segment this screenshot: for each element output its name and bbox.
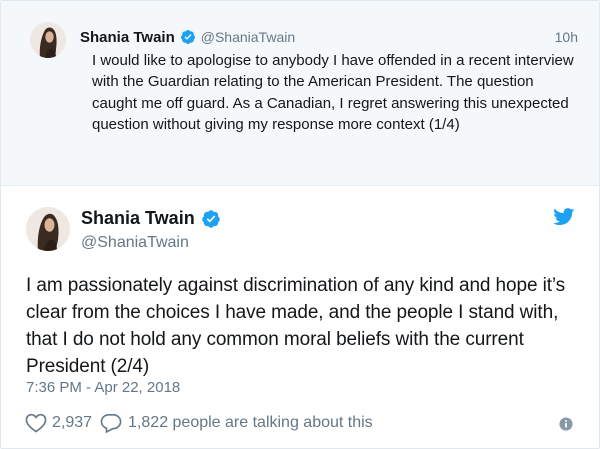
reply-conversation-link[interactable]: 1,822 people are talking about this — [100, 413, 373, 433]
parent-time-label: 10h — [554, 29, 578, 45]
parent-avatar[interactable] — [30, 22, 66, 58]
twitter-bird-icon[interactable] — [553, 208, 575, 226]
main-tweet-text: I am passionately against discrimination… — [26, 275, 566, 377]
main-display-name[interactable]: Shania Twain — [81, 208, 195, 229]
parent-tweet-text: I would like to apologise to anybody I h… — [92, 52, 574, 133]
like-button[interactable]: 2,937 — [25, 413, 100, 433]
embedded-tweet-card: Shania Twain @ShaniaTwain 10h I would li… — [0, 0, 600, 449]
main-timestamp[interactable]: 7:36 PM - Apr 22, 2018 — [26, 379, 180, 396]
verified-badge-icon — [180, 29, 196, 45]
like-count: 2,937 — [52, 414, 93, 431]
reply-text: 1,822 people are talking about this — [128, 414, 373, 431]
main-handle[interactable]: @ShaniaTwain — [81, 234, 189, 252]
tweet-actions: 2,937 1,822 people are talking about thi… — [25, 411, 373, 435]
reply-bubble-icon — [100, 413, 122, 433]
parent-header: Shania Twain @ShaniaTwain — [80, 27, 295, 47]
main-avatar[interactable] — [26, 207, 70, 251]
parent-timestamp-link[interactable]: 10h — [555, 29, 578, 45]
verified-badge-icon — [201, 209, 221, 229]
main-author: Shania Twain — [81, 208, 221, 229]
parent-tweet[interactable]: Shania Twain @ShaniaTwain 10h I would li… — [1, 1, 599, 186]
info-icon[interactable] — [559, 417, 573, 431]
heart-icon — [25, 413, 47, 433]
parent-handle[interactable]: @ShaniaTwain — [201, 29, 295, 45]
parent-display-name[interactable]: Shania Twain — [80, 29, 175, 46]
